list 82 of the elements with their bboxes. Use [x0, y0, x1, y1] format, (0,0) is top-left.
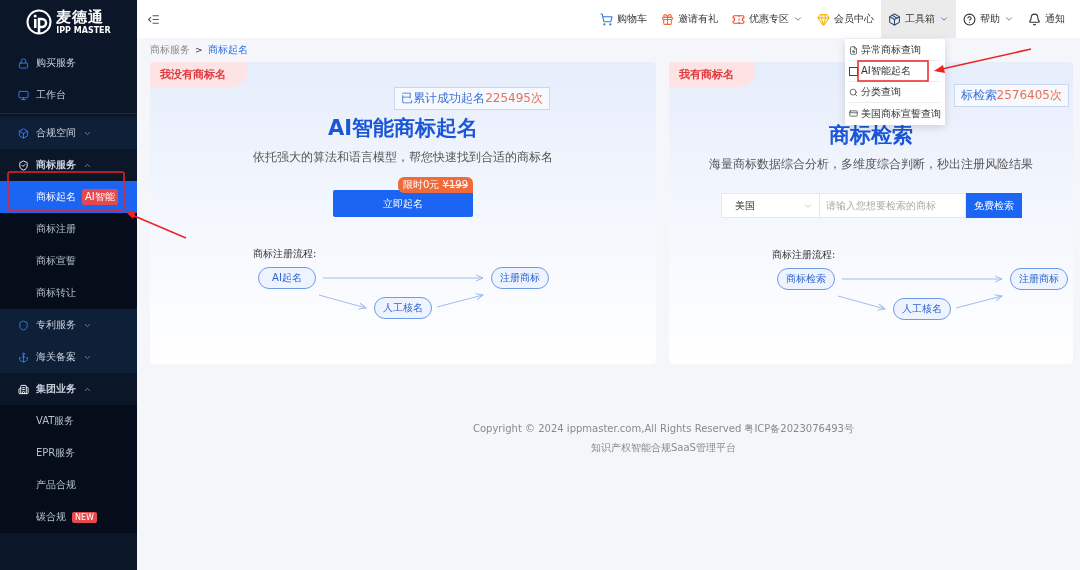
- flow-step: 注册商标: [491, 267, 549, 289]
- start-naming-button[interactable]: 立即起名: [333, 190, 473, 217]
- help-icon[interactable]: [963, 12, 976, 26]
- breadcrumb-separator: >: [195, 45, 203, 55]
- tag-badge: NEW: [72, 511, 97, 523]
- caret-icon[interactable]: [1004, 14, 1014, 24]
- search-icon: [849, 87, 858, 97]
- nav-link[interactable]: 优惠专区: [749, 12, 789, 26]
- menu-icon[interactable]: [147, 12, 160, 26]
- flow-arrow: [837, 295, 886, 311]
- sidebar-group[interactable]: 集团业务: [36, 382, 76, 396]
- cube-icon: [18, 127, 29, 139]
- breadcrumb-link[interactable]: 商标起名: [207, 43, 248, 57]
- flow-arrow: [436, 293, 484, 308]
- sidebar-group[interactable]: 海关备案: [36, 350, 76, 364]
- gift-icon[interactable]: [661, 12, 674, 26]
- box-icon[interactable]: [888, 12, 901, 26]
- diamond-icon[interactable]: [817, 12, 830, 26]
- nav-link[interactable]: 通知: [1045, 12, 1065, 26]
- caret-icon[interactable]: [793, 14, 803, 24]
- sidebar-item[interactable]: 碳合规 NEW: [0, 501, 137, 533]
- counter-label: 已累计成功起名 225495次: [394, 87, 550, 110]
- brand-name: 麦德通: [56, 9, 106, 25]
- sidebar-item[interactable]: 商标转让: [0, 277, 137, 309]
- nav-link[interactable]: 工具箱: [905, 12, 935, 26]
- nav-link[interactable]: 邀请有礼: [678, 12, 718, 26]
- footer-text: Copyright © 2024 ippmaster.com,All Rights Reserved 粤ICP备2023076493号: [473, 422, 854, 436]
- nav-link[interactable]: 会员中心: [834, 12, 874, 26]
- sidebar-item[interactable]: 商标宣誓: [0, 245, 137, 277]
- flow-step: 人工核名: [893, 298, 951, 320]
- flow-step: 人工核名: [374, 297, 432, 319]
- flow-step: AI起名: [258, 267, 316, 289]
- search-field[interactable]: 请输入您想要检索的商标: [819, 193, 966, 218]
- document-icon: [849, 45, 858, 55]
- brand-subtitle: IPP MASTER: [56, 26, 111, 35]
- sidebar-group[interactable]: 商标服务: [36, 158, 76, 172]
- menu-item[interactable]: 美国商标宣誓查询: [861, 106, 941, 121]
- counter-label: 标检索2576405次: [953, 84, 1069, 107]
- sidebar-item[interactable]: 工作台: [36, 88, 66, 102]
- logo-icon: [26, 9, 53, 35]
- search-button[interactable]: 免费检索: [965, 193, 1022, 218]
- card-title: 商标检索: [829, 122, 913, 149]
- sidebar-group[interactable]: 合规空间: [36, 126, 76, 140]
- sidebar-item[interactable]: VAT服务: [0, 405, 137, 437]
- sidebar-item[interactable]: 产品合规: [0, 469, 137, 501]
- sidebar-item[interactable]: 购买服务: [36, 56, 76, 70]
- nav-link[interactable]: 帮助: [980, 12, 1000, 26]
- card-icon: [849, 109, 858, 118]
- menu-item[interactable]: AI智能起名: [861, 64, 911, 78]
- lock-icon: [18, 57, 29, 69]
- sidebar-item[interactable]: 商标注册: [0, 213, 137, 245]
- card-subtitle: 海量商标数据综合分析，多维度综合判断，秒出注册风险结果: [709, 157, 1033, 172]
- sidebar-item[interactable]: EPR服务: [0, 437, 137, 469]
- shield-icon: [18, 319, 29, 331]
- cart-icon[interactable]: [600, 12, 613, 26]
- building-icon: [18, 383, 29, 395]
- shield-icon: [18, 159, 29, 171]
- flow-label: 商标注册流程:: [253, 247, 317, 261]
- annotation-box: [857, 60, 929, 82]
- flow-step: 商标检索: [777, 268, 835, 290]
- anchor-icon: [18, 351, 29, 363]
- promo-ribbon: 限时0元 ¥199: [398, 177, 473, 193]
- card-title: AI智能商标起名: [327, 115, 479, 142]
- ticket-icon[interactable]: [732, 12, 745, 26]
- monitor-icon: [18, 89, 29, 101]
- caret-icon[interactable]: [939, 14, 949, 24]
- annotation-arrow: [126, 211, 187, 239]
- menu-item[interactable]: 分类查询: [861, 85, 901, 99]
- flow-step: 注册商标: [1010, 268, 1068, 290]
- footer-text: 知识产权智能合规SaaS管理平台: [591, 441, 736, 455]
- flow-arrow: [318, 294, 367, 310]
- country-select[interactable]: 美国: [720, 193, 820, 218]
- sidebar-group[interactable]: 专利服务: [36, 318, 76, 332]
- card-subtitle: 依托强大的算法和语言模型，帮您快速找到合适的商标名: [253, 150, 553, 165]
- flow-arrow: [955, 294, 1003, 309]
- flow-label: 商标注册流程:: [772, 248, 836, 262]
- tag-badge: AI智能: [82, 189, 118, 205]
- breadcrumb-link[interactable]: 商标服务: [150, 43, 190, 57]
- nav-link[interactable]: 购物车: [617, 12, 647, 26]
- bell-icon[interactable]: [1028, 12, 1041, 26]
- sidebar-item[interactable]: 商标起名 AI智能: [0, 181, 137, 213]
- menu-item[interactable]: 异常商标查询: [861, 43, 921, 57]
